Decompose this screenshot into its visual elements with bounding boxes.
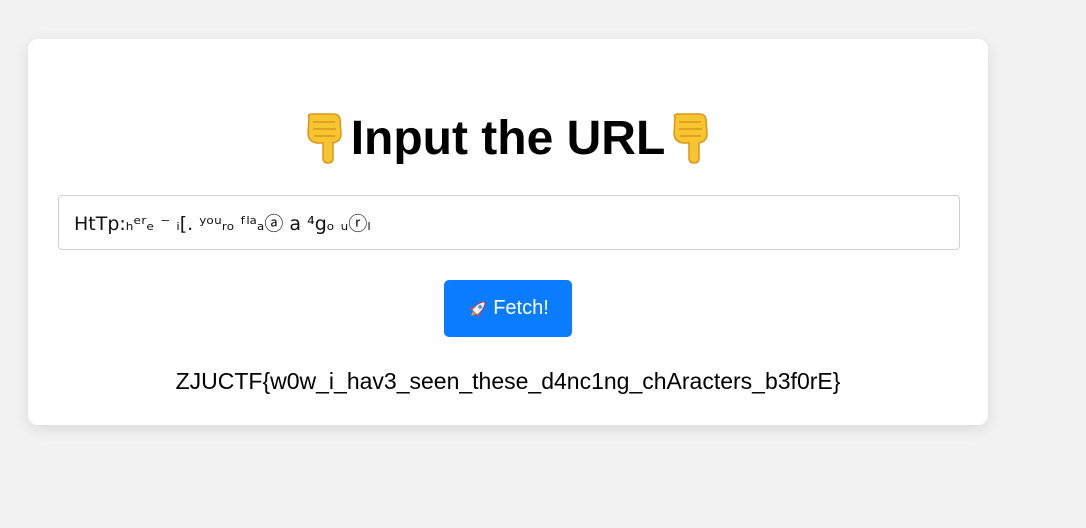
page-title-text: Input the URL — [350, 112, 666, 165]
fetch-button[interactable]: Fetch! — [444, 280, 572, 337]
pointing-down-hand-icon — [303, 112, 347, 164]
url-input[interactable] — [58, 195, 960, 250]
rocket-icon — [467, 298, 489, 320]
result-text: ZJUCTF{w0w_i_hav3_seen_these_d4nc1ng_chA… — [175, 368, 841, 394]
page-title: Input the URL — [28, 111, 988, 167]
main-card: Input the URL Fetch! ZJUCTF{w0w_i_hav3_s… — [28, 39, 988, 425]
pointing-down-hand-icon — [669, 112, 713, 164]
fetch-button-label: Fetch! — [493, 297, 549, 319]
